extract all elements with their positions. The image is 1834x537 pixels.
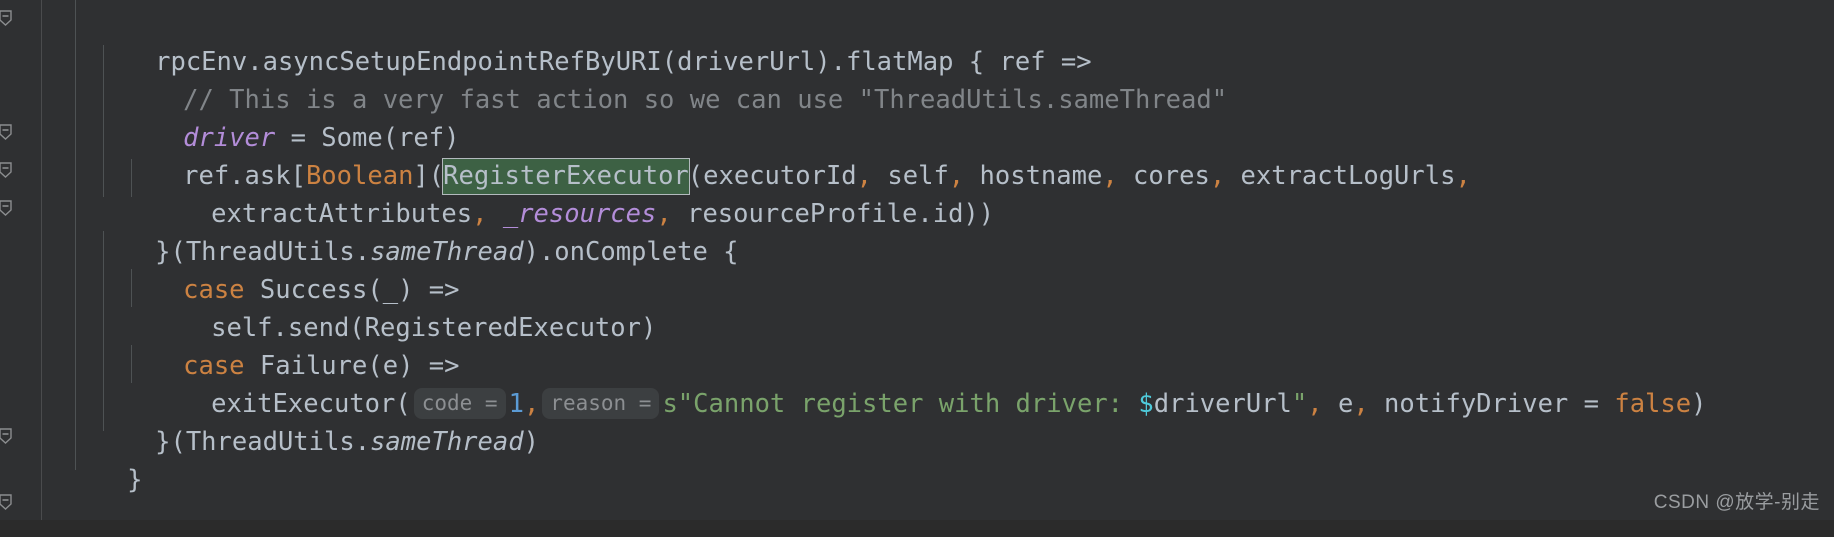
code-token: notifyDriver = bbox=[1368, 389, 1615, 419]
code-token-string: s"Cannot register with driver: bbox=[662, 389, 1139, 419]
code-token: e bbox=[1322, 389, 1354, 419]
code-token-string: " bbox=[1291, 389, 1308, 419]
code-line[interactable]: }(ThreadUtils.sameThread).onComplete { bbox=[63, 195, 738, 267]
code-token: } bbox=[127, 465, 143, 495]
code-token: ).onComplete { bbox=[523, 237, 739, 267]
code-token-comma: , bbox=[1102, 161, 1118, 191]
code-line[interactable]: case Failure(e) => bbox=[91, 309, 459, 381]
code-token: cores bbox=[1117, 161, 1210, 191]
code-line[interactable]: // This is a very fast action so we can … bbox=[91, 43, 1227, 115]
code-token-template-var: driverUrl bbox=[1153, 389, 1292, 419]
code-token: ) bbox=[1691, 389, 1707, 419]
code-token: ) bbox=[523, 427, 539, 457]
code-token-method: sameThread bbox=[370, 427, 524, 457]
code-line[interactable]: driver = Some(ref) bbox=[91, 81, 459, 153]
code-token-template-marker: $ bbox=[1138, 389, 1154, 419]
csdn-watermark: CSDN @放学-别走 bbox=[1653, 492, 1820, 513]
parameter-hint-reason[interactable]: reason = bbox=[542, 388, 660, 419]
code-token-comma: , bbox=[1307, 389, 1323, 419]
code-line[interactable]: } bbox=[35, 423, 142, 495]
code-content[interactable]: rpcEnv.asyncSetupEndpointRefByURI(driver… bbox=[0, 0, 1834, 520]
code-line[interactable]: ref.ask[Boolean](RegisterExecutor(execut… bbox=[91, 119, 1471, 195]
code-token: }(ThreadUtils. bbox=[155, 427, 371, 457]
code-line[interactable]: exitExecutor(code = 1, reason = s"Cannot re… bbox=[119, 347, 1706, 419]
code-line[interactable]: rpcEnv.asyncSetupEndpointRefByURI(driver… bbox=[63, 5, 1092, 77]
code-token-comma: , bbox=[1455, 161, 1471, 191]
code-token: extractLogUrls bbox=[1225, 161, 1456, 191]
code-token-comma: , bbox=[1353, 389, 1369, 419]
code-line[interactable]: case Success(_) => bbox=[91, 233, 459, 305]
code-line[interactable]: }(ThreadUtils.sameThread) bbox=[63, 385, 539, 457]
code-line[interactable]: self.send(RegisteredExecutor) bbox=[119, 271, 656, 343]
code-editor[interactable]: rpcEnv.asyncSetupEndpointRefByURI(driver… bbox=[0, 0, 1834, 520]
code-token-comma: , bbox=[1209, 161, 1226, 191]
code-token-keyword: false bbox=[1614, 389, 1692, 419]
code-line[interactable]: extractAttributes, _resources, resourceP… bbox=[119, 157, 994, 229]
